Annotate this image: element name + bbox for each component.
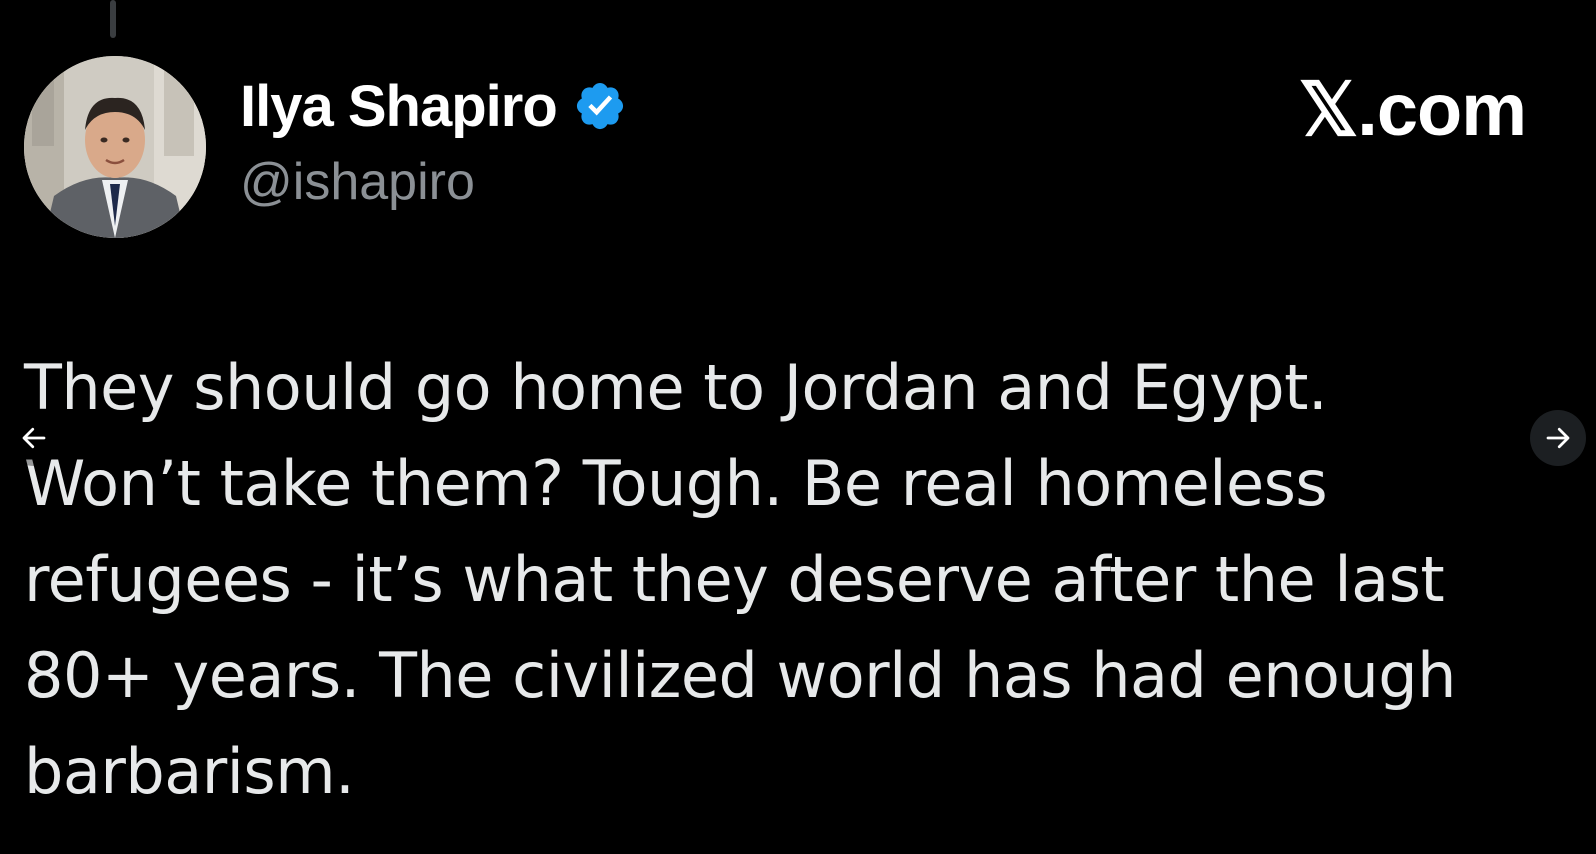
thread-connector-line — [110, 0, 116, 38]
avatar[interactable] — [24, 56, 206, 238]
arrow-left-icon — [22, 427, 46, 449]
verified-badge-icon — [573, 79, 627, 133]
tweet-text-line: They should go home to Jordan and Egypt. — [24, 351, 1328, 424]
tweet-text-line: 80+ years. The civilized world has had e… — [24, 639, 1456, 712]
author-handle[interactable]: @ishapiro — [240, 152, 475, 212]
tweet-text-line: Won’t take them? Tough. Be real homeless — [24, 447, 1328, 520]
author-display-name[interactable]: Ilya Shapiro — [240, 73, 558, 140]
x-com-brand: 𝕏.com — [1298, 68, 1527, 151]
tweet-text-line: barbarism. — [24, 735, 355, 808]
tweet-text-line: refugees - it’s what they deserve after … — [24, 543, 1445, 616]
carousel-prev-button[interactable] — [6, 410, 62, 466]
arrow-right-icon — [1546, 427, 1570, 449]
author-name-row: Ilya Shapiro — [240, 72, 627, 140]
carousel-next-button[interactable] — [1530, 410, 1586, 466]
tweet-text: They should go home to Jordan and Egypt.… — [24, 340, 1494, 820]
